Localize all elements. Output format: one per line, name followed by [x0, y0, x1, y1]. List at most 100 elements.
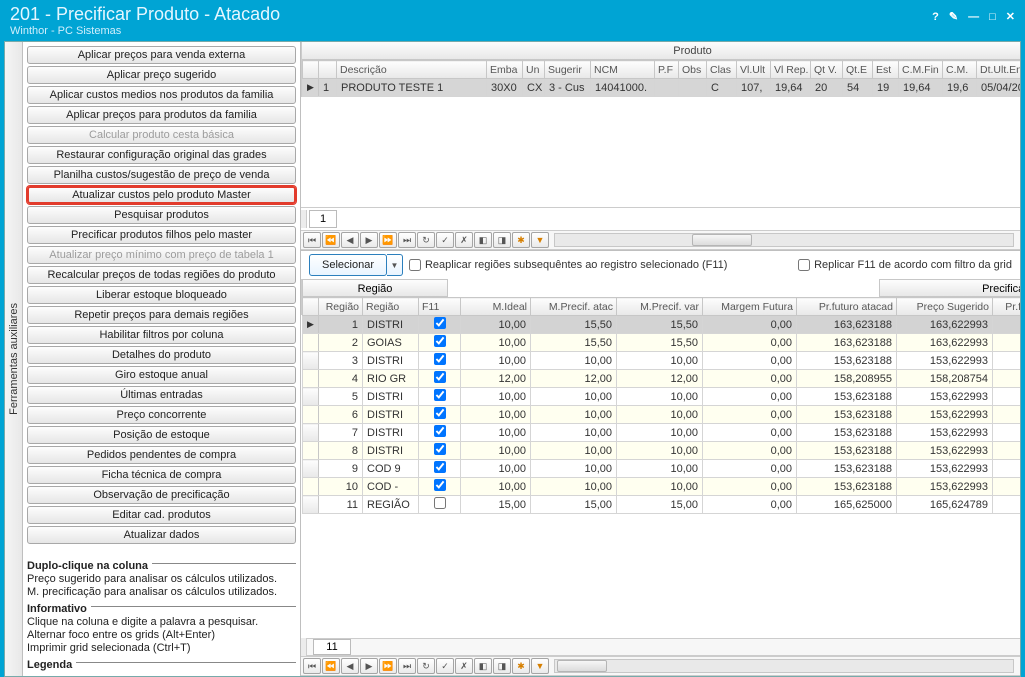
region-cell[interactable]: 9 — [319, 460, 363, 478]
sidebar-button[interactable]: Aplicar preços para venda externa — [27, 46, 296, 64]
select-button[interactable]: Selecionar — [309, 254, 387, 276]
prod-cell[interactable]: 14041000. — [591, 79, 655, 97]
region-cell[interactable]: 5 — [319, 388, 363, 406]
region-cell[interactable]: 1 — [319, 316, 363, 334]
region-row[interactable]: ▶1DISTRI10,0015,5015,500,00163,623188163… — [303, 316, 1021, 334]
region-cell[interactable]: 10,00 — [531, 460, 617, 478]
footer-handle[interactable] — [301, 638, 307, 656]
prod-cell[interactable]: 107, — [737, 79, 771, 97]
prod-col-header[interactable]: Vl.Ult — [737, 61, 771, 79]
region-cell[interactable]: 15 — [993, 352, 1021, 370]
region-cell[interactable]: 15,50 — [617, 334, 703, 352]
sidebar-button[interactable]: Atualizar custos pelo produto Master — [27, 186, 296, 204]
prod-col-header[interactable]: P.F — [655, 61, 679, 79]
sidebar-button[interactable]: Pedidos pendentes de compra — [27, 446, 296, 464]
reapply-regions-input[interactable] — [409, 259, 421, 271]
sidebar-button[interactable]: Atualizar preço mínimo com preço de tabe… — [27, 246, 296, 264]
region-col-header[interactable]: Pr.futuro atacad — [797, 298, 897, 316]
region-cell[interactable] — [419, 460, 461, 478]
prod-col-header[interactable] — [303, 61, 319, 79]
sidebar-button[interactable]: Posição de estoque — [27, 426, 296, 444]
tab-handle[interactable] — [301, 210, 307, 228]
region-cell[interactable]: DISTRI — [363, 352, 419, 370]
nav2-last-icon[interactable]: ⏭ — [398, 658, 416, 674]
sidebar-button[interactable]: Aplicar preço sugerido — [27, 66, 296, 84]
region-cell[interactable]: 16 — [993, 496, 1021, 514]
nav-check-icon[interactable]: ✓ — [436, 232, 454, 248]
nav-nextpage-icon[interactable]: ⏩ — [379, 232, 397, 248]
region-row[interactable]: 4RIO GR12,0012,0012,000,00158,208955158,… — [303, 370, 1021, 388]
prod-col-header[interactable]: Est — [873, 61, 899, 79]
region-cell[interactable]: 6 — [319, 406, 363, 424]
f11-checkbox[interactable] — [434, 461, 446, 473]
nav-goto-icon[interactable]: ◨ — [493, 232, 511, 248]
nav-refresh-icon[interactable]: ↻ — [417, 232, 435, 248]
region-cell[interactable]: DISTRI — [363, 406, 419, 424]
region-cell[interactable]: 153,623188 — [797, 424, 897, 442]
region-cell[interactable]: 10,00 — [617, 424, 703, 442]
region-cell[interactable]: 0,00 — [703, 424, 797, 442]
region-cell[interactable]: 15 — [993, 442, 1021, 460]
sidebar-button[interactable]: Aplicar custos medios nos produtos da fa… — [27, 86, 296, 104]
f11-checkbox[interactable] — [434, 371, 446, 383]
maximize-icon[interactable]: □ — [989, 11, 996, 23]
nav2-prev-icon[interactable]: ◀ — [341, 658, 359, 674]
region-col-header[interactable]: Margem Futura — [703, 298, 797, 316]
region-col-header[interactable] — [303, 298, 319, 316]
grid-hscroll[interactable] — [554, 233, 1014, 247]
region-cell[interactable]: 153,622993 — [897, 352, 993, 370]
region-cell[interactable]: 0,00 — [703, 316, 797, 334]
region-cell[interactable]: 153,622993 — [897, 478, 993, 496]
region-row[interactable]: 11REGIÃO15,0015,0015,000,00165,625000165… — [303, 496, 1021, 514]
region-cell[interactable]: 153,623188 — [797, 406, 897, 424]
region-cell[interactable]: 153,622993 — [897, 460, 993, 478]
region-cell[interactable]: 10,00 — [531, 352, 617, 370]
prod-cell[interactable]: 19,6 — [943, 79, 977, 97]
region-cell[interactable]: 15 — [993, 406, 1021, 424]
region-cell[interactable]: 0,00 — [703, 352, 797, 370]
prod-col-header[interactable]: Qt.E — [843, 61, 873, 79]
region-cell[interactable]: 10,00 — [461, 316, 531, 334]
region-cell[interactable]: 16 — [993, 316, 1021, 334]
region-cell[interactable]: 10,00 — [531, 388, 617, 406]
region-cell[interactable]: 15,00 — [461, 496, 531, 514]
sidebar-button[interactable]: Ficha técnica de compra — [27, 466, 296, 484]
region-cell[interactable]: 0,00 — [703, 460, 797, 478]
sidebar-button[interactable]: Atualizar dados — [27, 526, 296, 544]
prod-col-header[interactable]: Clas — [707, 61, 737, 79]
region-cell[interactable]: 10,00 — [461, 334, 531, 352]
region-row[interactable]: 7DISTRI10,0010,0010,000,00153,623188153,… — [303, 424, 1021, 442]
region-cell[interactable]: 16 — [993, 334, 1021, 352]
region-col-header[interactable]: Região — [319, 298, 363, 316]
nav-cancel-icon[interactable]: ✗ — [455, 232, 473, 248]
f11-checkbox[interactable] — [434, 317, 446, 329]
region-cell[interactable]: REGIÃO — [363, 496, 419, 514]
nav-prevpage-icon[interactable]: ⏪ — [322, 232, 340, 248]
page-tab-bottom[interactable]: 11 — [313, 639, 351, 655]
region-cell[interactable] — [419, 370, 461, 388]
region-cell[interactable]: 163,622993 — [897, 316, 993, 334]
region-cell[interactable]: 163,623188 — [797, 334, 897, 352]
region-cell[interactable]: 12,00 — [617, 370, 703, 388]
nav-bookmark-icon[interactable]: ◧ — [474, 232, 492, 248]
prod-col-header[interactable] — [319, 61, 337, 79]
sidebar-button[interactable]: Repetir preços para demais regiões — [27, 306, 296, 324]
region-row[interactable]: 8DISTRI10,0010,0010,000,00153,623188153,… — [303, 442, 1021, 460]
prod-cell[interactable]: C — [707, 79, 737, 97]
region-cell[interactable]: 10,00 — [617, 352, 703, 370]
f11-checkbox[interactable] — [434, 335, 446, 347]
sidebar-button[interactable]: Últimas entradas — [27, 386, 296, 404]
sidebar-button[interactable]: Precificar produtos filhos pelo master — [27, 226, 296, 244]
f11-checkbox[interactable] — [434, 353, 446, 365]
sidebar-button[interactable]: Detalhes do produto — [27, 346, 296, 364]
region-col-header[interactable]: M.Precif. atac — [531, 298, 617, 316]
region-cell[interactable]: 0,00 — [703, 388, 797, 406]
nav2-next-icon[interactable]: ▶ — [360, 658, 378, 674]
region-cell[interactable] — [303, 388, 319, 406]
region-cell[interactable]: COD - — [363, 478, 419, 496]
f11-checkbox[interactable] — [434, 497, 446, 509]
region-cell[interactable]: 7 — [319, 424, 363, 442]
region-cell[interactable]: 15 — [993, 424, 1021, 442]
sidebar-button[interactable]: Pesquisar produtos — [27, 206, 296, 224]
region-cell[interactable]: 153,623188 — [797, 388, 897, 406]
